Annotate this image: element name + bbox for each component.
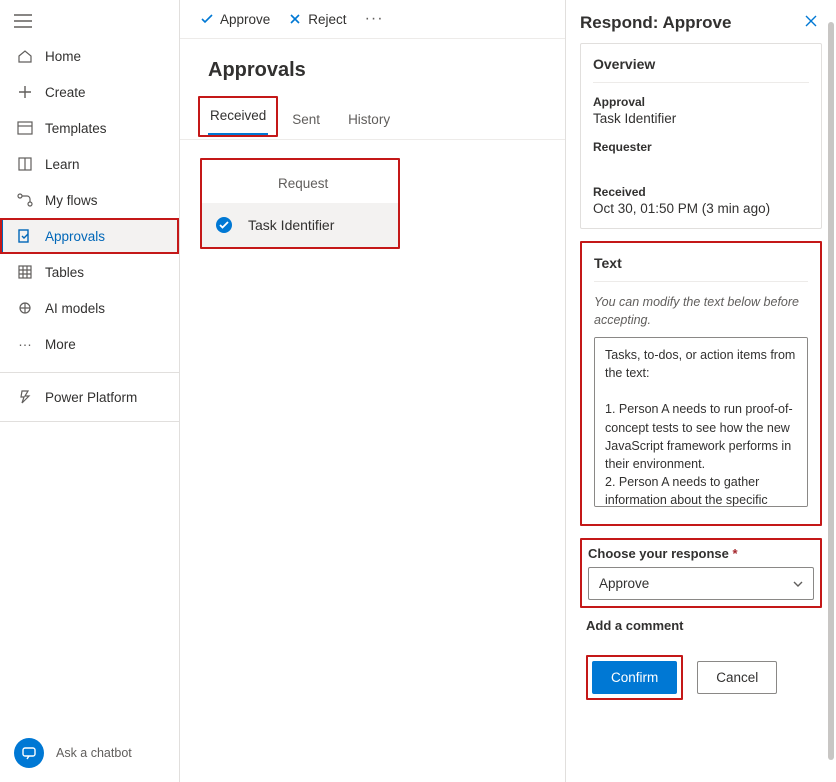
tables-icon bbox=[17, 264, 33, 280]
sidebar-item-approvals[interactable]: Approvals bbox=[0, 218, 179, 254]
request-list-block: Request Task Identifier bbox=[200, 158, 400, 249]
templates-icon bbox=[17, 120, 33, 136]
main-column: Approve Reject ··· Approvals Received Re… bbox=[180, 0, 566, 782]
chevron-down-icon bbox=[792, 575, 804, 593]
received-value: Oct 30, 01:50 PM (3 min ago) bbox=[593, 201, 809, 216]
respond-panel: Respond: Approve Overview Approval Task … bbox=[566, 0, 836, 782]
request-title: Task Identifier bbox=[248, 217, 334, 233]
chatbot-icon bbox=[14, 738, 44, 768]
sidebar-item-power-platform[interactable]: Power Platform bbox=[0, 379, 179, 415]
add-comment-section: Add a comment bbox=[580, 618, 822, 639]
approval-value: Task Identifier bbox=[593, 111, 809, 126]
text-card: Text You can modify the text below befor… bbox=[580, 241, 822, 526]
choose-response-section: Choose your response * Approve bbox=[580, 538, 822, 608]
reject-label: Reject bbox=[308, 12, 346, 27]
sidebar-item-create[interactable]: Create bbox=[0, 74, 179, 110]
approval-label: Approval bbox=[593, 95, 809, 109]
power-platform-icon bbox=[17, 389, 33, 405]
sidebar-item-learn[interactable]: Learn bbox=[0, 146, 179, 182]
ask-chatbot[interactable]: Ask a chatbot bbox=[0, 724, 179, 782]
ai-icon bbox=[17, 300, 33, 316]
approve-button[interactable]: Approve bbox=[200, 12, 270, 27]
text-header: Text bbox=[594, 255, 808, 282]
sidebar-item-label: More bbox=[45, 337, 76, 352]
received-label: Received bbox=[593, 185, 809, 199]
tab-sent[interactable]: Sent bbox=[290, 102, 322, 139]
sidebar-item-more[interactable]: ··· More bbox=[0, 326, 179, 362]
close-panel-button[interactable] bbox=[800, 10, 822, 35]
panel-title: Respond: Approve bbox=[580, 13, 731, 33]
requester-value bbox=[593, 156, 809, 171]
sidebar-item-label: Tables bbox=[45, 265, 84, 280]
chatbot-label: Ask a chatbot bbox=[56, 746, 132, 760]
choose-response-label: Choose your response * bbox=[588, 546, 814, 561]
sidebar-item-label: Power Platform bbox=[45, 390, 137, 405]
sidebar-item-label: Learn bbox=[45, 157, 80, 172]
sidebar-item-my-flows[interactable]: My flows bbox=[0, 182, 179, 218]
sidebar-item-label: Templates bbox=[45, 121, 107, 136]
overview-card: Overview Approval Task Identifier Reques… bbox=[580, 43, 822, 229]
page-title: Approvals bbox=[180, 39, 565, 96]
hamburger-menu-icon[interactable] bbox=[0, 0, 179, 38]
sidebar-item-label: Create bbox=[45, 85, 86, 100]
sidebar-item-tables[interactable]: Tables bbox=[0, 254, 179, 290]
sidebar-item-label: My flows bbox=[45, 193, 98, 208]
add-comment-label: Add a comment bbox=[586, 618, 816, 633]
sidebar-item-label: AI models bbox=[45, 301, 105, 316]
required-asterisk: * bbox=[733, 546, 738, 561]
confirm-button[interactable]: Confirm bbox=[592, 661, 677, 694]
row-selected-check-icon bbox=[216, 217, 232, 233]
left-sidebar: Home Create Templates Learn My flows bbox=[0, 0, 180, 782]
plus-icon bbox=[17, 84, 33, 100]
request-column-header: Request bbox=[202, 160, 398, 203]
request-row[interactable]: Task Identifier bbox=[202, 203, 398, 247]
response-text-input[interactable] bbox=[594, 337, 808, 507]
sidebar-item-ai-models[interactable]: AI models bbox=[0, 290, 179, 326]
more-commands-button[interactable]: ··· bbox=[365, 10, 384, 28]
flow-icon bbox=[17, 192, 33, 208]
reject-button[interactable]: Reject bbox=[288, 12, 346, 27]
cancel-button[interactable]: Cancel bbox=[697, 661, 777, 694]
overview-header: Overview bbox=[593, 56, 809, 83]
approvals-icon bbox=[17, 228, 33, 244]
approve-label: Approve bbox=[220, 12, 270, 27]
text-help: You can modify the text below before acc… bbox=[594, 294, 808, 329]
tab-history[interactable]: History bbox=[346, 102, 392, 139]
sidebar-item-label: Home bbox=[45, 49, 81, 64]
more-icon: ··· bbox=[17, 336, 33, 352]
command-bar: Approve Reject ··· bbox=[180, 0, 565, 39]
requester-label: Requester bbox=[593, 140, 809, 154]
response-select-value: Approve bbox=[588, 567, 814, 600]
sidebar-item-label: Approvals bbox=[45, 229, 105, 244]
response-select[interactable]: Approve bbox=[588, 567, 814, 600]
book-icon bbox=[17, 156, 33, 172]
home-icon bbox=[17, 48, 33, 64]
sidebar-item-templates[interactable]: Templates bbox=[0, 110, 179, 146]
sidebar-item-home[interactable]: Home bbox=[0, 38, 179, 74]
x-icon bbox=[288, 12, 302, 26]
check-icon bbox=[200, 12, 214, 26]
